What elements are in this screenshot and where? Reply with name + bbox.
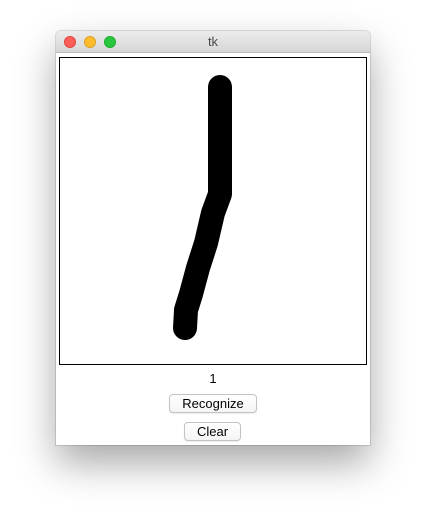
window-title: tk [207, 34, 219, 49]
app-window: tk 1 Recognize Clear [56, 31, 370, 445]
handwritten-stroke [173, 75, 232, 340]
recognize-button[interactable]: Recognize [169, 394, 257, 413]
drawing-canvas[interactable] [59, 57, 367, 365]
title-bar[interactable]: tk [56, 31, 370, 53]
clear-button[interactable]: Clear [184, 422, 241, 441]
recognition-result: 1 [209, 371, 217, 386]
